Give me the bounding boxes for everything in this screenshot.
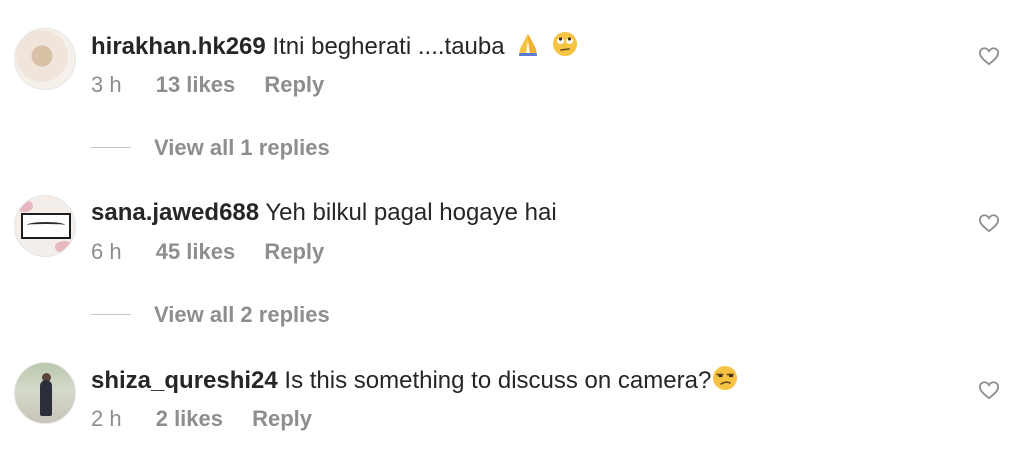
comment-text: Yeh bilkul pagal hogaye hai xyxy=(265,199,557,226)
comment-main-line: shiza_qureshi24 Is this something to dis… xyxy=(91,365,738,396)
comment-main-line: hirakhan.hk269 Itni begherati ....tauba xyxy=(91,31,578,62)
comment-text: Itni begherati ....tauba xyxy=(272,33,505,60)
comment-username[interactable]: sana.jawed688 xyxy=(91,199,259,226)
comment-meta: 6 h 45 likes Reply xyxy=(91,239,324,265)
comment-main-line: sana.jawed688 Yeh bilkul pagal hogaye ha… xyxy=(91,198,557,228)
comment-time: 6 h xyxy=(91,239,122,264)
comment-meta: 3 h 13 likes Reply xyxy=(91,72,324,98)
comment-time: 2 h xyxy=(91,406,122,431)
comment-likes[interactable]: 2 likes xyxy=(156,406,223,431)
view-replies-link[interactable]: View all 2 replies xyxy=(154,302,330,328)
comment-meta: 2 h 2 likes Reply xyxy=(91,406,312,432)
unamused-face-icon xyxy=(713,366,738,390)
reply-button[interactable]: Reply xyxy=(252,406,312,431)
divider xyxy=(91,314,131,315)
comment-text: Is this something to discuss on camera? xyxy=(284,367,712,394)
comment-username[interactable]: hirakhan.hk269 xyxy=(91,33,266,60)
avatar[interactable] xyxy=(14,195,76,257)
view-replies-row[interactable]: View all 2 replies xyxy=(0,300,1024,330)
heart-icon[interactable] xyxy=(978,46,1000,66)
comment-item: hirakhan.hk269 Itni begherati ....tauba … xyxy=(0,28,1024,138)
view-replies-link[interactable]: View all 1 replies xyxy=(154,135,330,161)
comment-username[interactable]: shiza_qureshi24 xyxy=(91,367,278,394)
divider xyxy=(91,147,131,148)
avatar[interactable] xyxy=(14,28,76,90)
eye-roll-icon xyxy=(552,32,577,56)
avatar[interactable] xyxy=(14,362,76,424)
comments-list: hirakhan.hk269 Itni begherati ....tauba … xyxy=(0,0,1024,465)
heart-icon[interactable] xyxy=(978,380,1000,400)
view-replies-row[interactable]: View all 1 replies xyxy=(0,133,1024,163)
reply-button[interactable]: Reply xyxy=(264,239,324,264)
folded-hands-icon xyxy=(519,34,538,56)
comment-time: 3 h xyxy=(91,72,122,97)
comment-item: sana.jawed688 Yeh bilkul pagal hogaye ha… xyxy=(0,195,1024,305)
comment-likes[interactable]: 45 likes xyxy=(156,239,236,264)
reply-button[interactable]: Reply xyxy=(264,72,324,97)
comment-item: shiza_qureshi24 Is this something to dis… xyxy=(0,362,1024,465)
heart-icon[interactable] xyxy=(978,213,1000,233)
comment-likes[interactable]: 13 likes xyxy=(156,72,236,97)
